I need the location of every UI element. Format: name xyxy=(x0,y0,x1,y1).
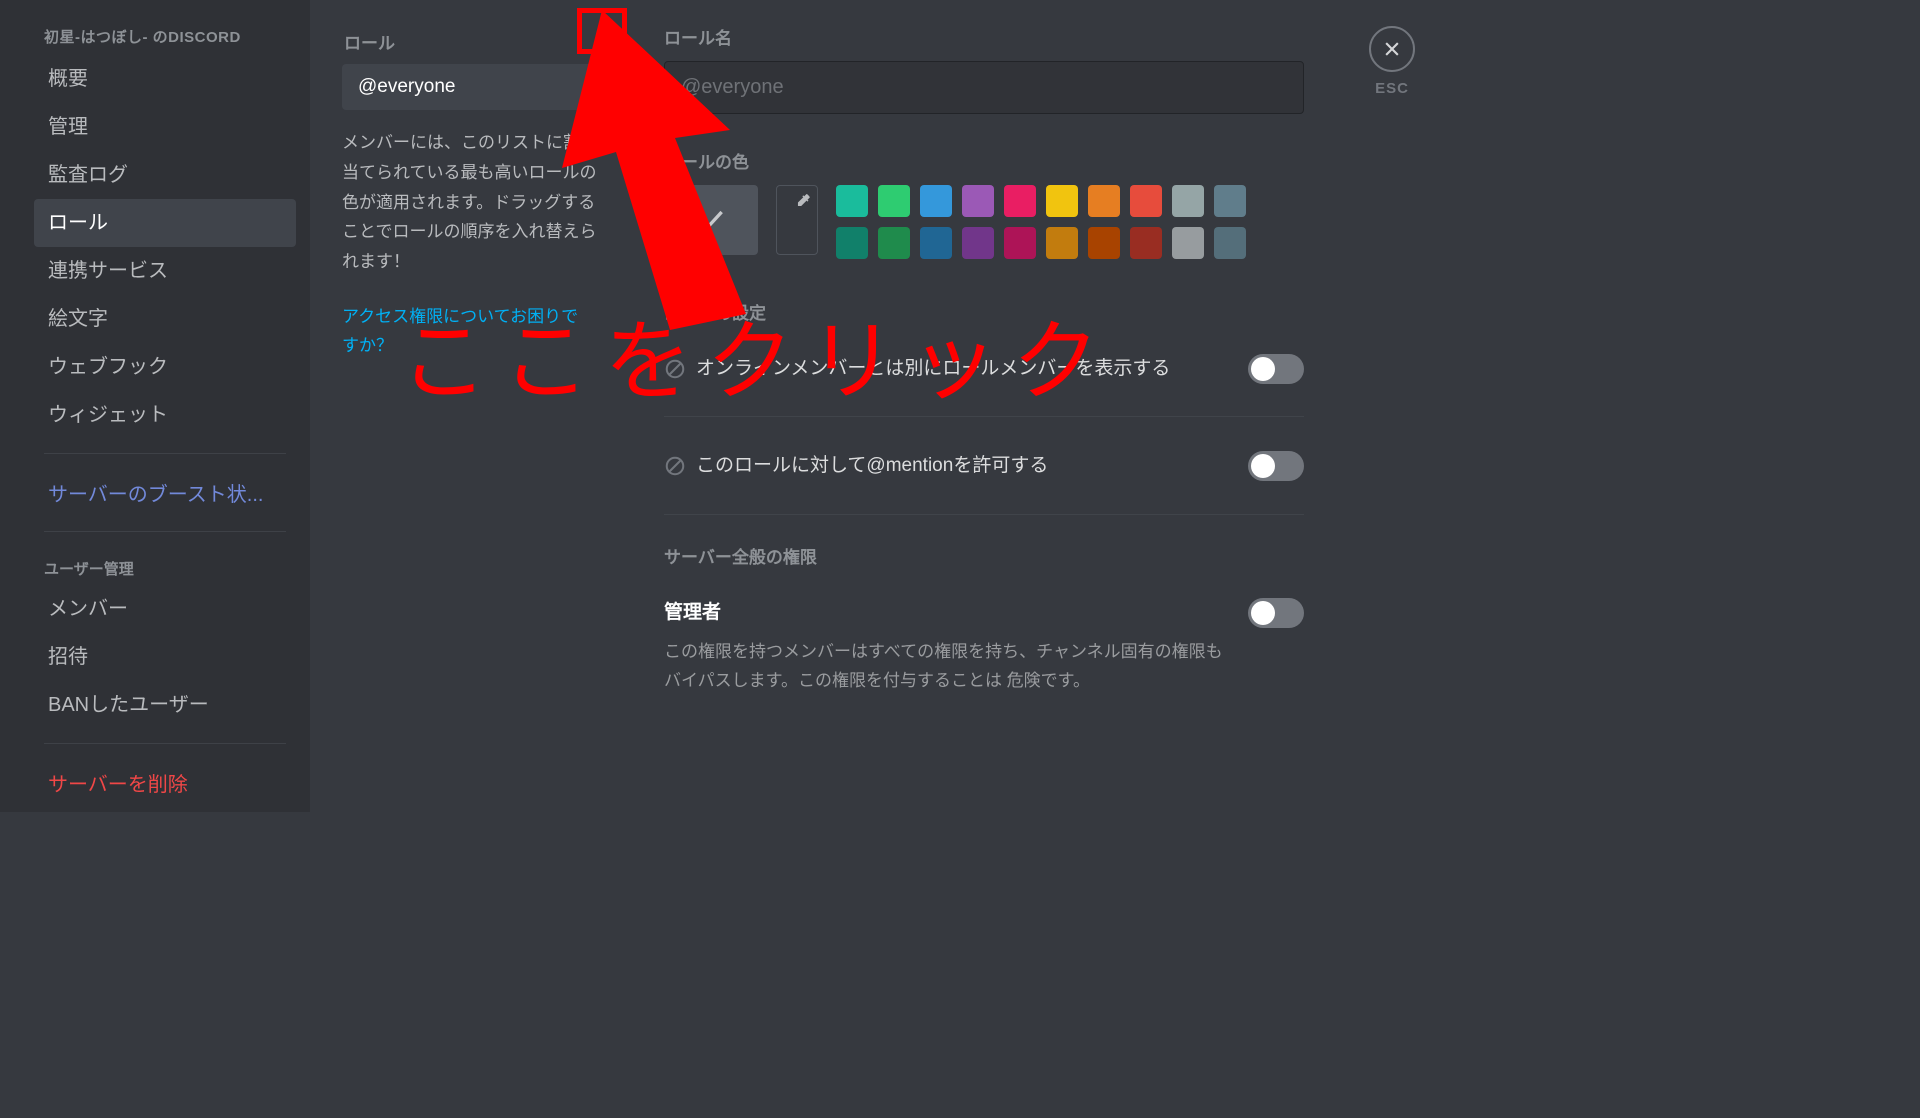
perm-allow-mention: このロールに対して@mentionを許可する xyxy=(664,451,1226,481)
perm-admin-desc: この権限を持つメンバーはすべての権限を持ち、チャンネル固有の権限もバイパスします… xyxy=(664,638,1226,696)
sidebar-item-boost[interactable]: サーバーのブースト状... xyxy=(34,468,296,517)
server-perm-header: サーバー全般の権限 xyxy=(664,543,1304,568)
sidebar-cat-usermgmt: ユーザー管理 xyxy=(34,554,296,585)
color-swatch[interactable] xyxy=(920,185,952,217)
toggle-admin[interactable] xyxy=(1248,598,1304,628)
sidebar-item-invites[interactable]: 招待 xyxy=(34,633,296,681)
divider xyxy=(44,743,286,744)
sidebar-item-overview[interactable]: 概要 xyxy=(34,55,296,103)
role-color-label: ロールの色 xyxy=(664,148,1304,173)
color-swatch[interactable] xyxy=(836,185,868,217)
close-icon xyxy=(1382,39,1402,59)
role-list-column: ロール @everyone メンバーには、このリストに割り当てられている最も高い… xyxy=(310,0,640,812)
color-swatch[interactable] xyxy=(1088,227,1120,259)
sidebar-item-moderation[interactable]: 管理 xyxy=(34,103,296,151)
color-swatch[interactable] xyxy=(1130,227,1162,259)
color-swatch[interactable] xyxy=(1046,185,1078,217)
color-default-swatch[interactable] xyxy=(664,185,758,255)
sidebar-item-auditlog[interactable]: 監査ログ xyxy=(34,151,296,199)
color-swatch[interactable] xyxy=(1004,185,1036,217)
color-swatch[interactable] xyxy=(1088,185,1120,217)
sidebar-item-members[interactable]: メンバー xyxy=(34,585,296,633)
add-role-button[interactable] xyxy=(594,28,620,54)
sidebar-item-widget[interactable]: ウィジェット xyxy=(34,391,296,439)
sidebar-item-integrations[interactable]: 連携サービス xyxy=(34,247,296,295)
role-settings-header: ロールの設定 xyxy=(664,299,1304,324)
role-detail-column: ロール名 ロールの色 ロールの設定 オンラインメンバーとは別にロールメンバーを表… xyxy=(640,0,1443,812)
sidebar-item-delete-server[interactable]: サーバーを削除 xyxy=(34,758,296,807)
color-swatch[interactable] xyxy=(962,185,994,217)
color-swatch[interactable] xyxy=(1130,185,1162,217)
color-swatch-grid xyxy=(836,185,1246,259)
permissions-help-link[interactable]: アクセス権限についてお困りですか？ xyxy=(342,303,622,361)
settings-sidebar: 初星-はつぼし- のDISCORD 概要 管理 監査ログ ロール 連携サービス … xyxy=(0,0,310,812)
role-list-note: メンバーには、このリストに割り当てられている最も高いロールの色が適用されます。ド… xyxy=(342,128,622,277)
role-entry-everyone[interactable]: @everyone xyxy=(342,64,622,110)
role-name-label: ロール名 xyxy=(664,24,1304,49)
color-swatch[interactable] xyxy=(1004,227,1036,259)
close-button[interactable]: ESC xyxy=(1369,26,1415,97)
sidebar-item-webhooks[interactable]: ウェブフック xyxy=(34,343,296,391)
color-eyedropper-button[interactable] xyxy=(776,185,818,255)
color-swatch[interactable] xyxy=(878,185,910,217)
divider xyxy=(44,453,286,454)
color-swatch[interactable] xyxy=(920,227,952,259)
toggle-allow-mention[interactable] xyxy=(1248,451,1304,481)
color-swatch[interactable] xyxy=(836,227,868,259)
role-name-input[interactable] xyxy=(664,61,1304,114)
color-swatch[interactable] xyxy=(1046,227,1078,259)
perm-admin-title: 管理者 xyxy=(664,598,1226,628)
plus-circle-icon xyxy=(596,30,618,52)
sidebar-item-bans[interactable]: BANしたユーザー xyxy=(34,681,296,729)
sidebar-item-roles[interactable]: ロール xyxy=(34,199,296,247)
deny-icon xyxy=(664,358,686,380)
color-swatch[interactable] xyxy=(1214,185,1246,217)
color-swatch[interactable] xyxy=(1172,227,1204,259)
divider xyxy=(44,531,286,532)
check-icon xyxy=(695,204,727,236)
color-swatch[interactable] xyxy=(878,227,910,259)
color-swatch[interactable] xyxy=(1214,227,1246,259)
toggle-display-separately[interactable] xyxy=(1248,354,1304,384)
role-list-header: ロール xyxy=(344,29,395,54)
esc-label: ESC xyxy=(1375,80,1409,97)
color-swatch[interactable] xyxy=(1172,185,1204,217)
sidebar-item-emoji[interactable]: 絵文字 xyxy=(34,295,296,343)
eyedropper-icon xyxy=(795,192,811,208)
color-swatch[interactable] xyxy=(962,227,994,259)
perm-display-separately: オンラインメンバーとは別にロールメンバーを表示する xyxy=(664,354,1226,384)
deny-icon xyxy=(664,455,686,477)
server-name-label: 初星-はつぼし- のDISCORD xyxy=(34,22,296,55)
